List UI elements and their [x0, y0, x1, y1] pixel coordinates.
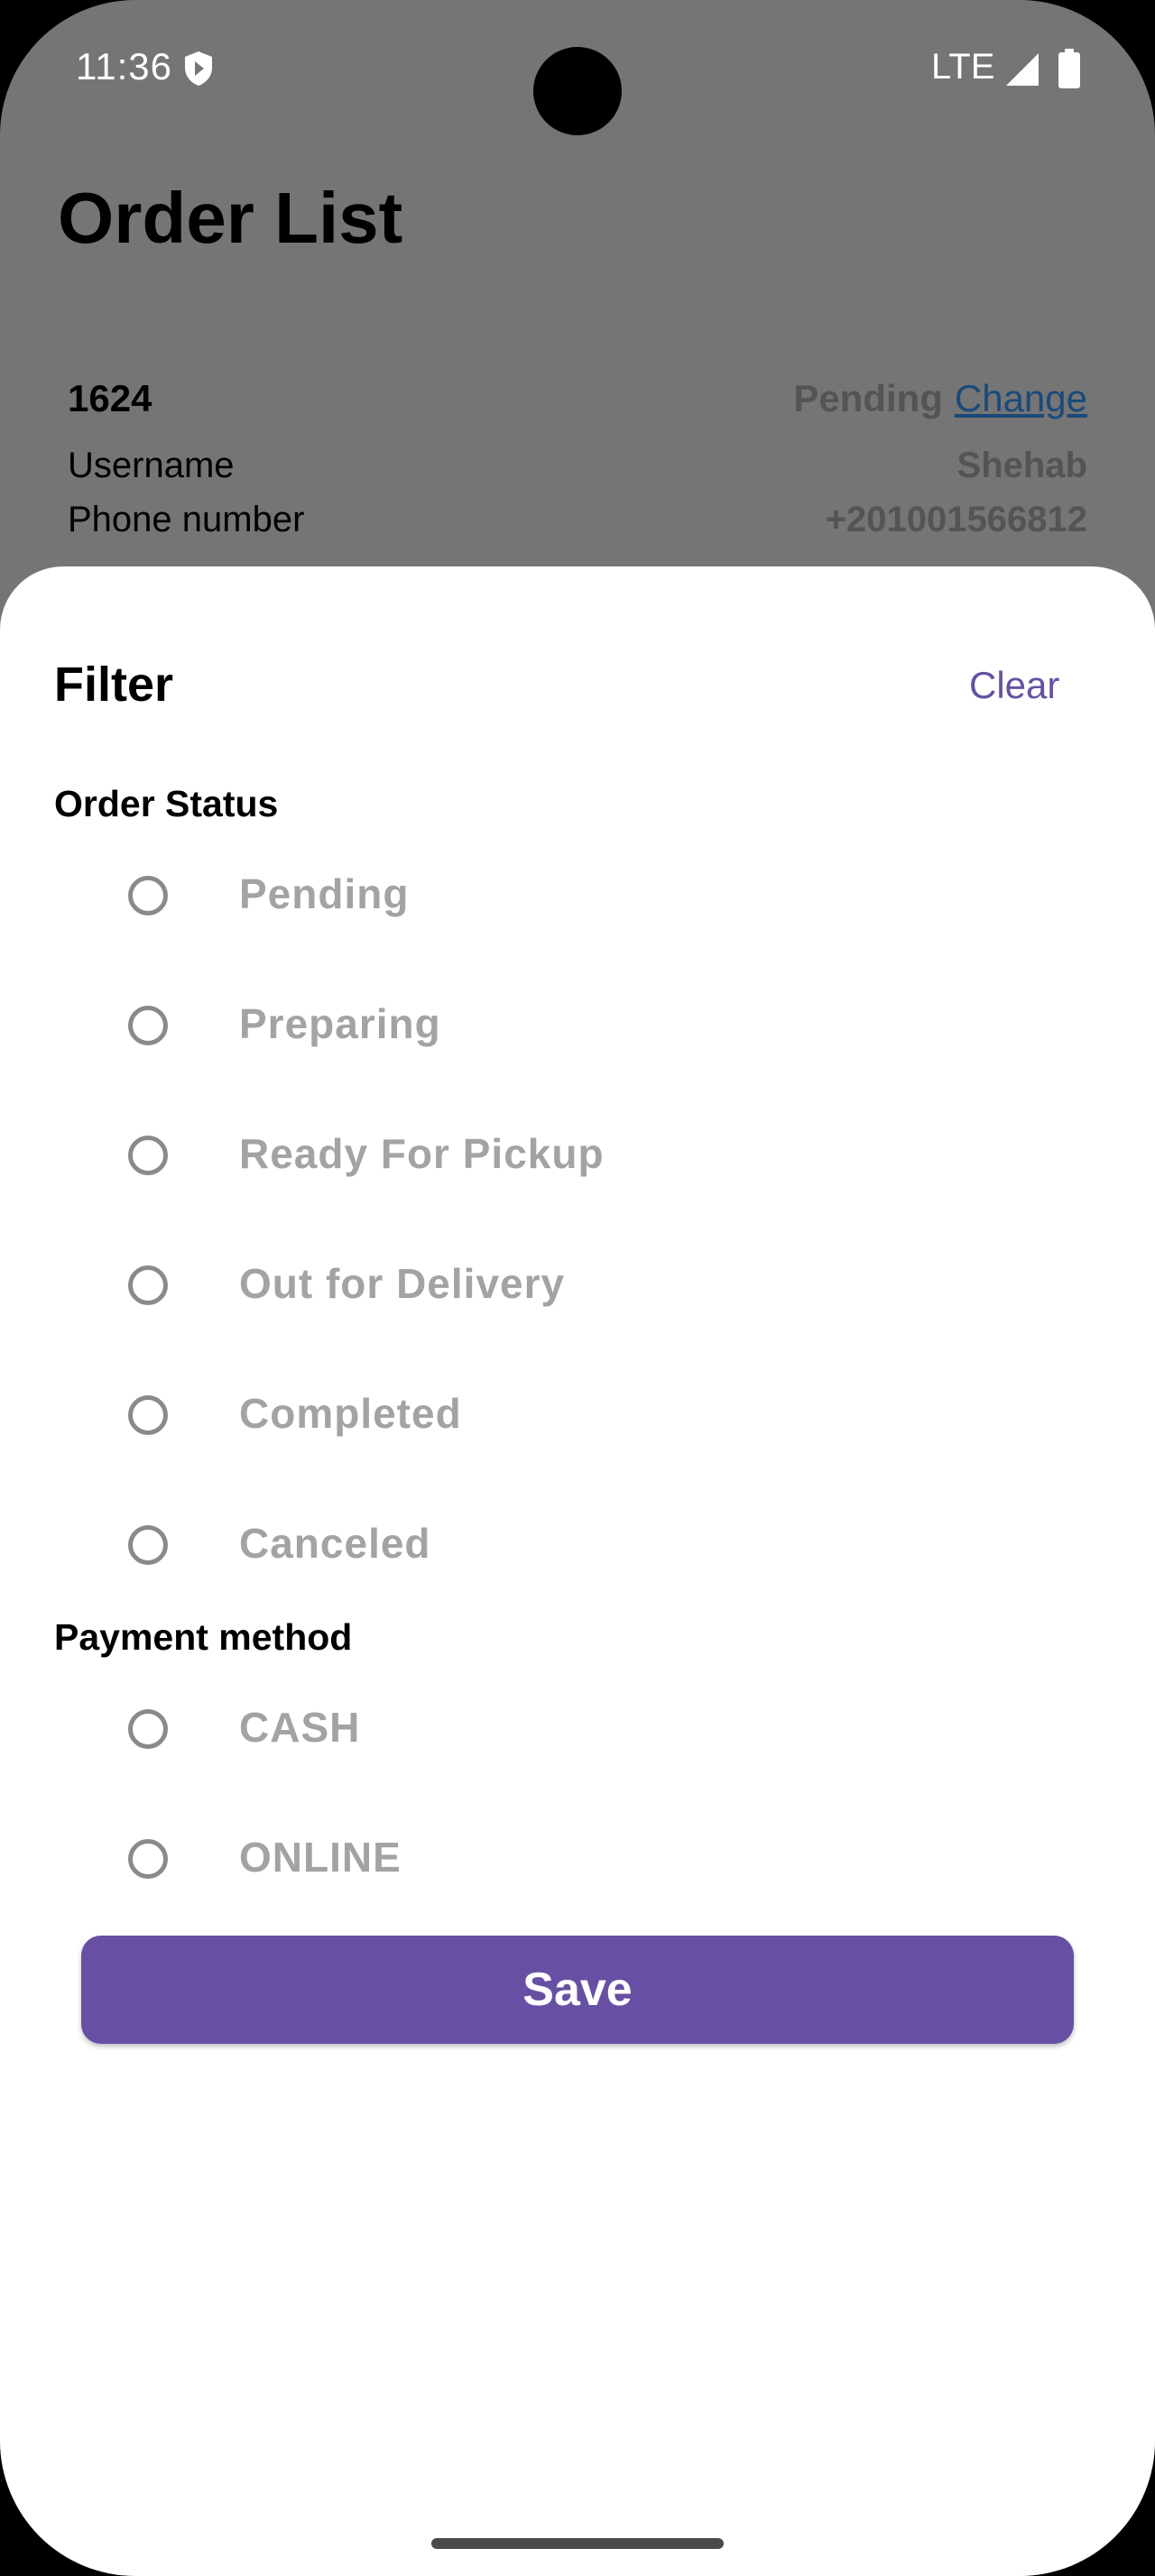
- phone-value: +201001566812: [825, 500, 1087, 539]
- radio-option-online[interactable]: ONLINE: [108, 1813, 1047, 1912]
- radio-option-out-for-delivery[interactable]: Out for Delivery: [108, 1239, 1047, 1339]
- radio-option-pending[interactable]: Pending: [108, 850, 1047, 949]
- username-label: Username: [68, 446, 235, 485]
- radio-option-ready-for-pickup[interactable]: Ready For Pickup: [108, 1109, 1047, 1209]
- order-status-label: Order Status: [54, 783, 279, 824]
- order-detail-row: Phone number +201001566812: [68, 500, 1087, 554]
- radio-option-preparing[interactable]: Preparing: [108, 980, 1047, 1079]
- battery-icon: [1058, 49, 1080, 88]
- order-detail-row: Username Shehab: [68, 446, 1087, 500]
- radio-button[interactable]: [128, 1709, 168, 1749]
- order-header-row: 1624 Pending Change: [68, 370, 1087, 424]
- radio-button[interactable]: [128, 1395, 168, 1435]
- radio-label: ONLINE: [239, 1834, 402, 1881]
- signal-icon: [1006, 53, 1039, 86]
- save-button[interactable]: Save: [81, 1936, 1074, 2044]
- radio-label: Canceled: [239, 1520, 431, 1567]
- home-indicator[interactable]: [431, 2538, 724, 2549]
- radio-option-canceled[interactable]: Canceled: [108, 1499, 1047, 1598]
- shield-icon: [185, 51, 212, 86]
- camera-cutout: [533, 47, 622, 135]
- radio-button[interactable]: [128, 1006, 168, 1045]
- payment-method-label: Payment method: [54, 1616, 353, 1658]
- order-status: Pending: [793, 377, 943, 419]
- radio-label: Ready For Pickup: [239, 1130, 605, 1177]
- radio-button[interactable]: [128, 1265, 168, 1305]
- status-time: 11:36: [76, 45, 172, 87]
- order-card: 1624 Pending Change Username Shehab Phon…: [68, 370, 1087, 554]
- order-id: 1624: [68, 377, 152, 419]
- radio-button[interactable]: [128, 1839, 168, 1879]
- page-title: Order List: [58, 178, 403, 258]
- radio-button[interactable]: [128, 1525, 168, 1565]
- radio-label: Completed: [239, 1390, 462, 1437]
- phone-label: Phone number: [68, 500, 305, 539]
- radio-option-cash[interactable]: CASH: [108, 1683, 1047, 1782]
- filter-title: Filter: [54, 658, 174, 712]
- radio-button[interactable]: [128, 876, 168, 915]
- radio-label: CASH: [239, 1704, 361, 1751]
- radio-label: Pending: [239, 870, 410, 917]
- radio-button[interactable]: [128, 1136, 168, 1175]
- radio-label: Preparing: [239, 1000, 441, 1047]
- network-type: LTE: [931, 47, 995, 87]
- radio-label: Out for Delivery: [239, 1260, 566, 1307]
- phone-screen: 11:36 LTE Order List 1624 Pending Change…: [0, 0, 1155, 2576]
- username-value: Shehab: [956, 446, 1087, 485]
- clear-button[interactable]: Clear: [956, 658, 1072, 713]
- change-status-link[interactable]: Change: [955, 377, 1087, 420]
- radio-option-completed[interactable]: Completed: [108, 1369, 1047, 1468]
